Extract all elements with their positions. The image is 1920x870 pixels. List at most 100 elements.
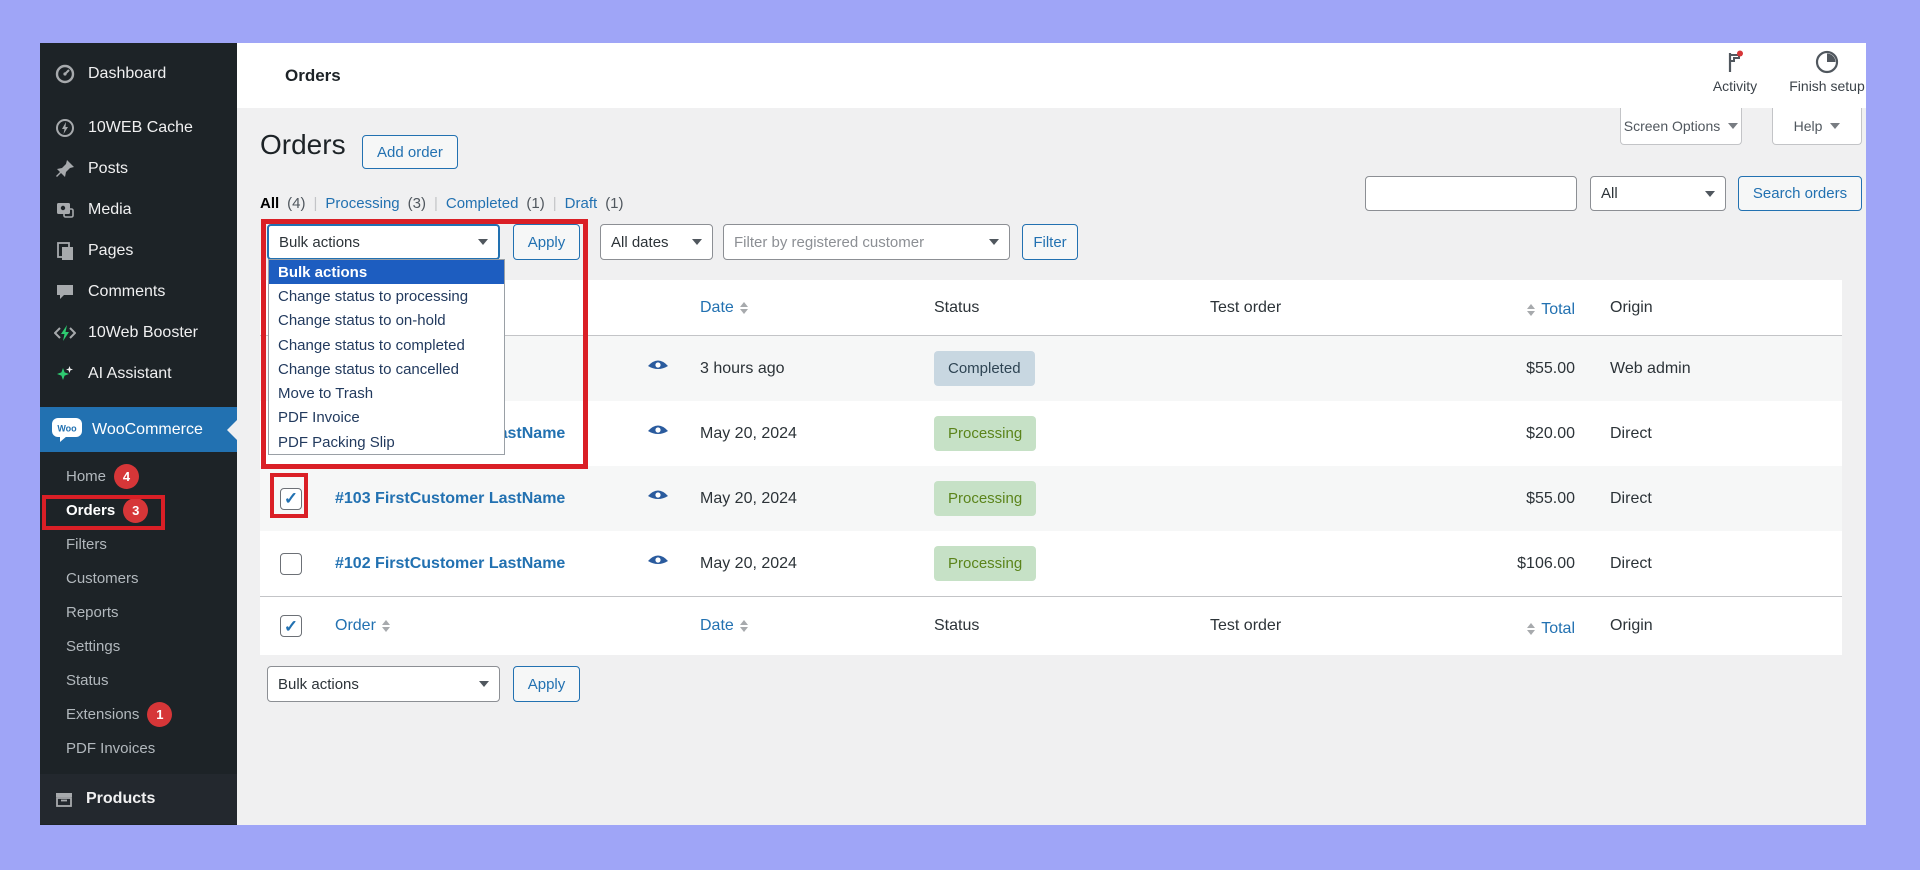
sidebar-item-posts[interactable]: Posts	[40, 148, 237, 189]
admin-topbar: Orders Activity Finish setup	[237, 43, 1866, 108]
bulk-actions-dropdown: Bulk actions Change status to processing…	[268, 259, 505, 455]
header-total-sort[interactable]: Total	[1527, 301, 1575, 319]
sidebar-item-ai-assistant[interactable]: AI Assistant	[40, 353, 237, 394]
dropdown-option-pdf-invoice[interactable]: PDF Invoice	[269, 406, 504, 430]
view-all-count: (4)	[287, 195, 305, 212]
apply-button[interactable]: Apply	[513, 224, 580, 260]
row-checkbox[interactable]	[280, 488, 302, 510]
header-order-sort[interactable]: Order	[335, 617, 390, 635]
order-link[interactable]: #103 FirstCustomer LastName	[335, 490, 565, 507]
view-separator: |	[314, 195, 318, 212]
sidebar-item-filters[interactable]: Filters	[40, 527, 237, 561]
view-completed[interactable]: Completed	[446, 195, 519, 212]
dropdown-option-change-status-processing[interactable]: Change status to processing	[269, 284, 504, 308]
search-orders-input[interactable]	[1365, 176, 1577, 211]
status-badge: Processing	[934, 481, 1036, 516]
preview-eye-icon[interactable]	[647, 488, 669, 504]
sidebar-item-label: Products	[86, 790, 155, 808]
header-date-sort[interactable]: Date	[700, 617, 748, 635]
add-order-button[interactable]: Add order	[362, 135, 458, 169]
sidebar-item-label: Orders	[66, 502, 115, 519]
sidebar-item-label: Status	[66, 672, 109, 689]
sidebar-item-status[interactable]: Status	[40, 663, 237, 697]
sidebar-item-label: 10Web Booster	[88, 324, 198, 342]
select-all-checkbox[interactable]	[280, 615, 302, 637]
help-button[interactable]: Help	[1772, 108, 1862, 145]
dropdown-option-change-status-completed[interactable]: Change status to completed	[269, 333, 504, 357]
sidebar-item-products[interactable]: Products	[40, 774, 237, 824]
bulk-actions-select[interactable]: Bulk actions	[267, 224, 500, 260]
page-title: Orders	[260, 129, 346, 161]
sidebar-item-comments[interactable]: Comments	[40, 271, 237, 312]
customer-filter-select[interactable]: Filter by registered customer	[723, 224, 1010, 260]
sidebar-item-10web-booster[interactable]: 10Web Booster	[40, 312, 237, 353]
cache-icon	[54, 117, 76, 139]
dropdown-option-pdf-packing-slip[interactable]: PDF Packing Slip	[269, 430, 504, 454]
sidebar-item-pages[interactable]: Pages	[40, 230, 237, 271]
sidebar-item-label: Extensions	[66, 706, 139, 723]
status-badge: Processing	[934, 416, 1036, 451]
all-dates-select[interactable]: All dates	[600, 224, 713, 260]
preview-eye-icon[interactable]	[647, 423, 669, 439]
sidebar-item-pdf-invoices[interactable]: PDF Invoices	[40, 731, 237, 765]
view-processing-count: (3)	[408, 195, 426, 212]
order-origin: Direct	[1580, 490, 1842, 508]
sidebar-item-settings[interactable]: Settings	[40, 629, 237, 663]
dropdown-option-move-to-trash[interactable]: Move to Trash	[269, 381, 504, 405]
sort-icon	[1527, 304, 1535, 316]
order-date: May 20, 2024	[685, 555, 920, 573]
finish-setup-label: Finish setup	[1789, 78, 1864, 94]
screen-options-button[interactable]: Screen Options	[1620, 108, 1742, 145]
sidebar-item-customers[interactable]: Customers	[40, 561, 237, 595]
chevron-down-icon	[692, 239, 702, 245]
sidebar-item-home[interactable]: Home 4	[40, 459, 237, 493]
view-draft[interactable]: Draft	[565, 195, 598, 212]
svg-text:Woo: Woo	[57, 423, 77, 433]
order-link[interactable]: #102 FirstCustomer LastName	[335, 555, 565, 572]
topbar-title: Orders	[285, 43, 341, 108]
header-status: Status	[920, 617, 1195, 635]
dropdown-option-change-status-on-hold[interactable]: Change status to on-hold	[269, 309, 504, 333]
apply-button-bottom[interactable]: Apply	[513, 666, 580, 702]
sidebar-item-reports[interactable]: Reports	[40, 595, 237, 629]
header-total-sort[interactable]: Total	[1527, 620, 1575, 638]
activity-flag-icon	[1722, 49, 1748, 75]
activity-button[interactable]: Activity	[1690, 49, 1780, 94]
view-processing[interactable]: Processing	[325, 195, 399, 212]
search-category-select[interactable]: All	[1590, 176, 1726, 211]
view-all[interactable]: All	[260, 195, 279, 212]
sort-icon	[740, 620, 748, 632]
row-checkbox[interactable]	[280, 553, 302, 575]
table-footer-header-row: Order Date Status Test order Total Origi…	[260, 596, 1842, 655]
sidebar-item-extensions[interactable]: Extensions 1	[40, 697, 237, 731]
filter-button[interactable]: Filter	[1022, 224, 1078, 260]
order-total: $20.00	[1450, 425, 1580, 443]
ai-icon	[54, 363, 76, 385]
sidebar-item-orders[interactable]: Orders 3	[40, 493, 237, 527]
header-origin: Origin	[1580, 299, 1842, 317]
preview-eye-icon[interactable]	[647, 358, 669, 374]
bulk-actions-select-bottom[interactable]: Bulk actions	[267, 666, 500, 702]
pin-icon	[54, 158, 76, 180]
sidebar-item-woocommerce[interactable]: Woo WooCommerce	[40, 407, 237, 452]
sidebar-item-label: AI Assistant	[88, 365, 172, 383]
header-date-sort[interactable]: Date	[700, 299, 748, 317]
dropdown-option-bulk-actions[interactable]: Bulk actions	[269, 260, 504, 284]
sidebar-item-label: 10WEB Cache	[88, 119, 193, 137]
dropdown-option-change-status-cancelled[interactable]: Change status to cancelled	[269, 357, 504, 381]
extensions-count-badge: 1	[147, 702, 172, 727]
booster-icon	[54, 322, 76, 344]
sidebar-item-media[interactable]: Media	[40, 189, 237, 230]
search-orders-button[interactable]: Search orders	[1738, 176, 1862, 211]
sidebar-item-label: Comments	[88, 283, 165, 301]
sidebar-item-10web-cache[interactable]: 10WEB Cache	[40, 107, 237, 148]
table-row: #103 FirstCustomer LastName May 20, 2024…	[260, 466, 1842, 531]
order-origin: Web admin	[1580, 360, 1842, 378]
customer-filter-placeholder: Filter by registered customer	[734, 234, 924, 251]
order-origin: Direct	[1580, 555, 1842, 573]
bulk-actions-bottom-value: Bulk actions	[278, 676, 359, 693]
preview-eye-icon[interactable]	[647, 553, 669, 569]
screenshot-frame: Dashboard 10WEB Cache Posts Media	[0, 0, 1920, 870]
finish-setup-button[interactable]: Finish setup	[1782, 49, 1872, 94]
sidebar-item-dashboard[interactable]: Dashboard	[40, 53, 237, 94]
